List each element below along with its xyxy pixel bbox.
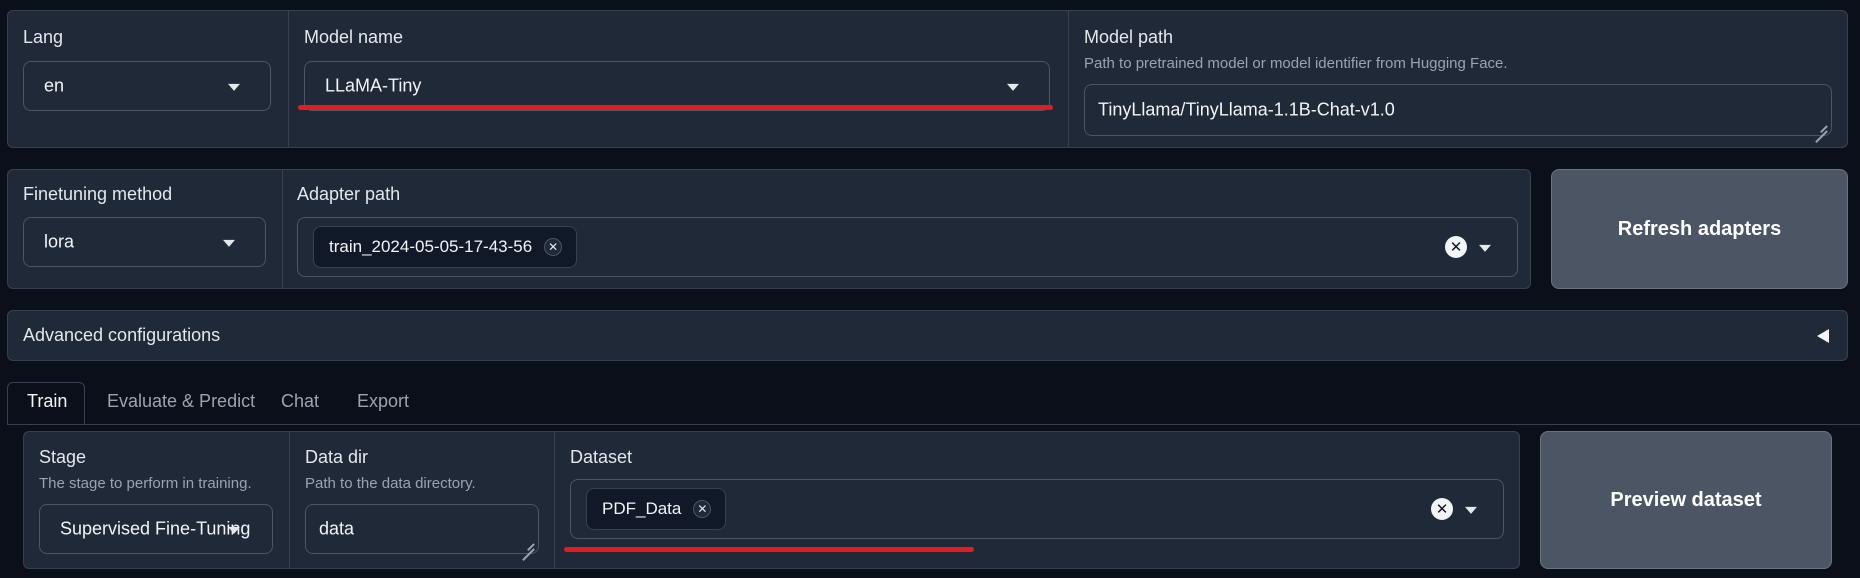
tab-export[interactable]: Export	[357, 391, 409, 412]
resize-handle-icon[interactable]	[1813, 117, 1827, 131]
stage-value: Supervised Fine-Tuning	[60, 518, 251, 539]
model-path-input[interactable]: TinyLlama/TinyLlama-1.1B-Chat-v1.0	[1084, 84, 1832, 136]
advanced-config-label: Advanced configurations	[23, 325, 221, 345]
dataset-multiselect[interactable]: PDF_Data ✕ ✕	[570, 479, 1504, 539]
chevron-down-icon[interactable]	[1465, 506, 1477, 514]
model-path-block: Model path Path to pretrained model or m…	[1068, 11, 1847, 147]
adapter-path-label: Adapter path	[297, 184, 401, 204]
model-path-info: Path to pretrained model or model identi…	[1084, 55, 1508, 72]
model-name-dropdown[interactable]: LLaMA-Tiny	[304, 61, 1050, 111]
finetuning-method-value: lora	[44, 231, 75, 252]
lang-dropdown[interactable]: en	[23, 61, 271, 111]
tab-train[interactable]: Train	[27, 391, 67, 412]
stage-info: The stage to perform in training.	[39, 475, 252, 492]
stage-block: Stage The stage to perform in training. …	[24, 432, 289, 568]
model-path-value: TinyLlama/TinyLlama-1.1B-Chat-v1.0	[1098, 99, 1395, 120]
annotation-underline-dataset	[564, 547, 974, 552]
refresh-adapters-button[interactable]: Refresh adapters	[1551, 169, 1848, 289]
finetuning-method-dropdown[interactable]: lora	[23, 217, 266, 267]
triangle-left-icon	[1817, 329, 1829, 343]
data-dir-input[interactable]: data	[305, 504, 539, 554]
finetuning-method-block: Finetuning method lora	[8, 170, 282, 288]
dataset-chip-label: PDF_Data	[602, 499, 682, 518]
preview-dataset-button[interactable]: Preview dataset	[1540, 431, 1832, 569]
model-name-block: Model name LLaMA-Tiny	[288, 11, 1068, 147]
annotation-underline-model-name	[298, 105, 1053, 110]
data-dir-label: Data dir	[305, 447, 369, 467]
chevron-down-icon	[223, 239, 235, 247]
finetuning-method-label: Finetuning method	[23, 184, 173, 204]
model-config-panel: Lang en Model name LLaMA-Tiny Model path…	[7, 10, 1848, 148]
lang-label: Lang	[23, 27, 64, 47]
model-path-label: Model path	[1084, 27, 1174, 47]
stage-label: Stage	[39, 447, 87, 467]
resize-handle-icon[interactable]	[520, 535, 534, 549]
lang-value: en	[44, 75, 65, 96]
chevron-down-icon[interactable]	[1479, 244, 1491, 252]
tab-evaluate-predict[interactable]: Evaluate & Predict	[107, 391, 255, 412]
dataset-label: Dataset	[570, 447, 633, 467]
remove-chip-icon[interactable]: ✕	[544, 238, 563, 256]
stage-dropdown[interactable]: Supervised Fine-Tuning	[39, 504, 273, 554]
chevron-down-icon	[228, 526, 240, 534]
clear-all-icon[interactable]: ✕	[1445, 236, 1467, 258]
adapter-path-multiselect[interactable]: train_2024-05-05-17-43-56 ✕ ✕	[297, 217, 1518, 277]
adapter-chip[interactable]: train_2024-05-05-17-43-56 ✕	[313, 226, 578, 268]
chevron-down-icon	[228, 83, 240, 91]
adapter-path-block: Adapter path train_2024-05-05-17-43-56 ✕…	[282, 170, 1530, 288]
data-dir-info: Path to the data directory.	[305, 475, 476, 492]
data-dir-value: data	[319, 518, 355, 539]
adapter-chip-label: train_2024-05-05-17-43-56	[329, 237, 533, 256]
adapter-config-panel: Finetuning method lora Adapter path trai…	[7, 169, 1531, 289]
data-dir-block: Data dir Path to the data directory. dat…	[289, 432, 554, 568]
chevron-down-icon	[1007, 83, 1019, 91]
model-name-value: LLaMA-Tiny	[325, 75, 422, 96]
lang-block: Lang en	[8, 11, 288, 147]
clear-all-icon[interactable]: ✕	[1431, 498, 1453, 520]
tab-chat[interactable]: Chat	[281, 391, 319, 412]
advanced-config-accordion[interactable]: Advanced configurations	[7, 310, 1848, 361]
model-name-label: Model name	[304, 27, 404, 47]
dataset-chip[interactable]: PDF_Data ✕	[586, 488, 727, 530]
remove-chip-icon[interactable]: ✕	[693, 500, 712, 518]
